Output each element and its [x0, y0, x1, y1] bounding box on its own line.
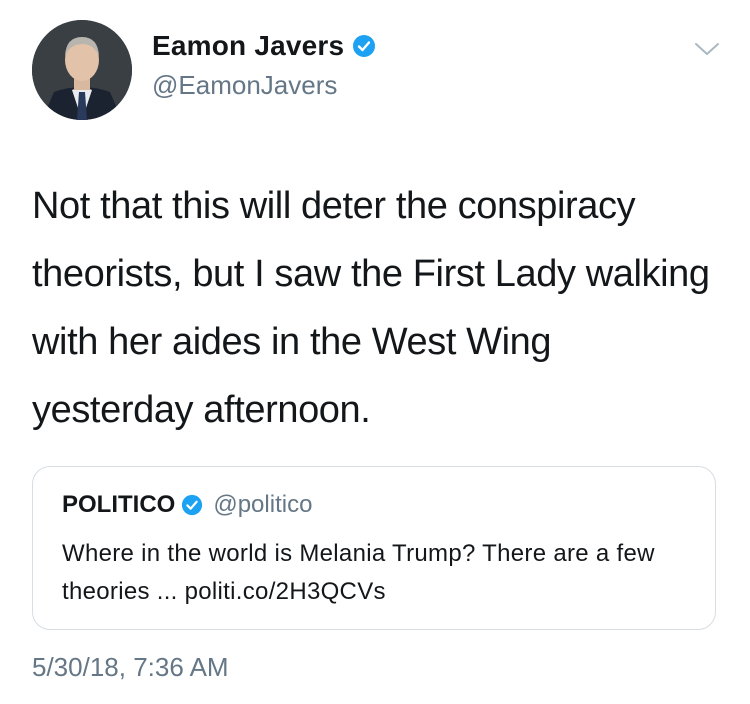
avatar[interactable]: [32, 20, 132, 120]
quoted-tweet-header: POLITICO @politico: [62, 491, 312, 519]
avatar-photo: [32, 20, 132, 120]
quoted-tweet-card[interactable]: POLITICO @politico Where in the world is…: [32, 466, 716, 630]
tweet-timestamp[interactable]: 5/30/18, 7:36 AM: [32, 652, 229, 683]
verified-badge-icon: [352, 34, 376, 58]
verified-badge-icon: [181, 494, 203, 516]
author-handle[interactable]: @EamonJavers: [152, 70, 337, 101]
quoted-display-name: POLITICO: [62, 491, 176, 518]
author-display-name[interactable]: Eamon Javers: [152, 30, 344, 62]
quoted-handle: @politico: [213, 491, 313, 518]
tweet-text: Not that this will deter the conspiracy …: [32, 185, 710, 431]
author-name-row: Eamon Javers: [152, 30, 376, 62]
chevron-down-icon[interactable]: [694, 40, 720, 58]
quoted-tweet-text: Where in the world is Melania Trump? The…: [62, 540, 655, 605]
